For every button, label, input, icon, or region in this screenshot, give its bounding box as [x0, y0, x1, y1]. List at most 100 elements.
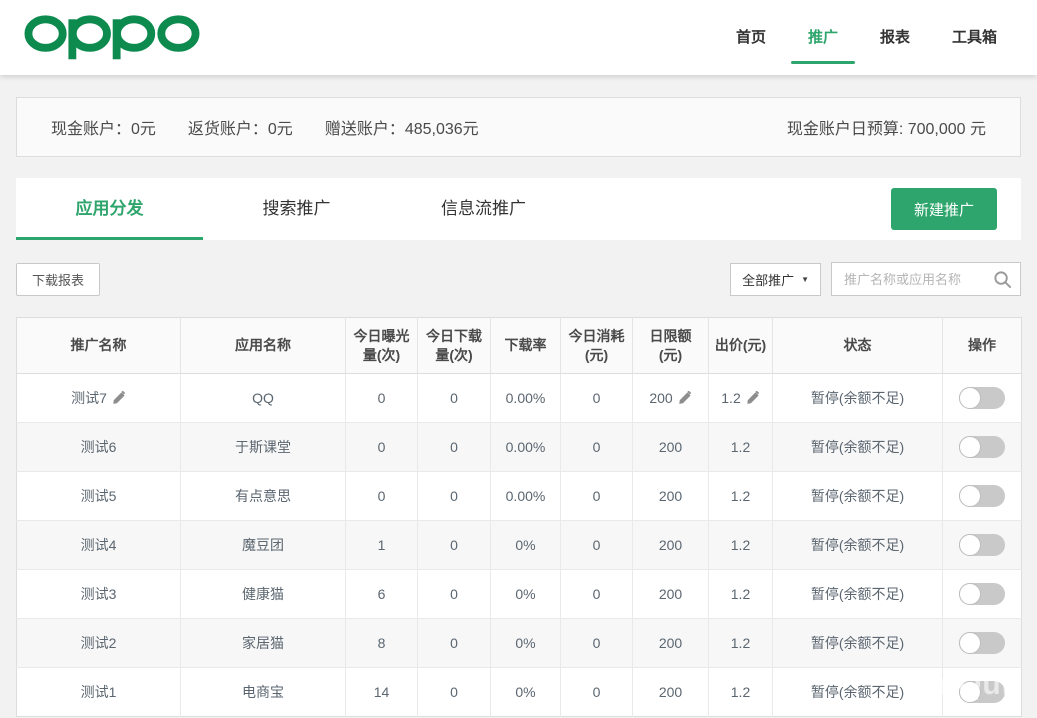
status-cell: 暂停(余额不足)	[773, 374, 943, 423]
search-icon[interactable]	[993, 270, 1012, 289]
daily-limit-cell: 200	[633, 570, 709, 619]
table-row: 测试7QQ000.00%02001.2暂停(余额不足)	[17, 374, 1022, 423]
bid-cell-value: 1.2	[721, 390, 740, 406]
promo-name-cell: 测试5	[17, 472, 181, 521]
status-cell: 暂停(余额不足)	[773, 472, 943, 521]
status-cell-value: 暂停(余额不足)	[811, 684, 904, 700]
tab-search-promotion[interactable]: 搜索推广	[203, 178, 390, 240]
toggle-cell	[943, 423, 1022, 472]
daily-limit-cell-value: 200	[659, 537, 682, 553]
app-name-cell: 有点意思	[181, 472, 346, 521]
promo-name-cell-value: 测试7	[71, 390, 107, 406]
status-toggle[interactable]	[959, 534, 1005, 556]
status-toggle[interactable]	[959, 387, 1005, 409]
bid-cell-value: 1.2	[731, 684, 750, 700]
promotion-filter-select[interactable]: 全部推广 ▼	[730, 263, 821, 296]
downloads-cell: 0	[418, 619, 491, 668]
download-report-button[interactable]: 下载报表	[16, 263, 100, 296]
status-toggle[interactable]	[959, 583, 1005, 605]
bid-cell: 1.2	[709, 619, 773, 668]
daily-limit-cell-value: 200	[659, 439, 682, 455]
cash-account-balance: 现金账户：0元	[51, 115, 156, 139]
app-name-cell-value: 于斯课堂	[235, 439, 291, 455]
nav-item-reports[interactable]: 报表	[880, 0, 910, 75]
daily-limit-cell-value: 200	[649, 390, 672, 406]
status-toggle[interactable]	[959, 632, 1005, 654]
app-name-cell: 家居猫	[181, 619, 346, 668]
promo-name-cell: 测试4	[17, 521, 181, 570]
daily-limit-cell-value: 200	[659, 635, 682, 651]
status-cell-value: 暂停(余额不足)	[811, 537, 904, 553]
status-cell: 暂停(余额不足)	[773, 521, 943, 570]
toggle-knob	[959, 632, 981, 654]
bid-cell-value: 1.2	[731, 439, 750, 455]
promo-name-cell: 测试6	[17, 423, 181, 472]
bid-cell: 1.2	[709, 521, 773, 570]
edit-icon[interactable]	[678, 391, 692, 405]
table-row: 测试1电商宝1400%02001.2暂停(余额不足)	[17, 668, 1022, 717]
bid-cell: 1.2	[709, 472, 773, 521]
table-header-row: 推广名称应用名称今日曝光量(次)今日下载量(次)下载率今日消耗(元)日限额(元)…	[17, 318, 1022, 374]
downloads-cell-value: 0	[450, 390, 458, 406]
edit-icon[interactable]	[746, 391, 760, 405]
toggle-cell	[943, 570, 1022, 619]
cost-cell-value: 0	[593, 488, 601, 504]
bid-cell-value: 1.2	[731, 635, 750, 651]
download-rate-cell: 0%	[491, 521, 561, 570]
table-row: 测试4魔豆团100%02001.2暂停(余额不足)	[17, 521, 1022, 570]
status-toggle[interactable]	[959, 681, 1005, 703]
new-promotion-button[interactable]: 新建推广	[891, 188, 997, 230]
chevron-down-icon: ▼	[801, 275, 809, 284]
oppo-logo-icon	[24, 15, 200, 60]
toggle-knob	[959, 681, 981, 703]
promo-name-cell-value: 测试4	[81, 537, 117, 553]
column-header: 状态	[773, 318, 943, 374]
app-name-cell-value: QQ	[252, 390, 274, 406]
impressions-cell: 0	[346, 472, 418, 521]
cost-cell: 0	[561, 423, 633, 472]
app-name-cell: 于斯课堂	[181, 423, 346, 472]
bid-cell: 1.2	[709, 423, 773, 472]
daily-limit-cell-value: 200	[659, 488, 682, 504]
promo-name-cell-value: 测试6	[81, 439, 117, 455]
app-name-cell-value: 有点意思	[235, 488, 291, 504]
bid-cell-value: 1.2	[731, 488, 750, 504]
status-cell: 暂停(余额不足)	[773, 668, 943, 717]
status-toggle[interactable]	[959, 485, 1005, 507]
cost-cell: 0	[561, 374, 633, 423]
app-name-cell: QQ	[181, 374, 346, 423]
downloads-cell-value: 0	[450, 586, 458, 602]
promo-name-cell-value: 测试1	[81, 684, 117, 700]
nav-item-toolbox[interactable]: 工具箱	[952, 0, 997, 75]
table-row: 测试5有点意思000.00%02001.2暂停(余额不足)	[17, 472, 1022, 521]
impressions-cell: 0	[346, 423, 418, 472]
promo-name-cell-value: 测试5	[81, 488, 117, 504]
impressions-cell-value: 0	[378, 439, 386, 455]
downloads-cell: 0	[418, 472, 491, 521]
bid-cell-value: 1.2	[731, 586, 750, 602]
return-account-balance: 返货账户：0元	[188, 115, 293, 139]
nav-item-promotion[interactable]: 推广	[808, 0, 838, 75]
toggle-knob	[959, 583, 981, 605]
search-input[interactable]	[832, 263, 1020, 295]
status-toggle[interactable]	[959, 436, 1005, 458]
nav-item-home[interactable]: 首页	[736, 0, 766, 75]
impressions-cell: 6	[346, 570, 418, 619]
promo-name-cell: 测试2	[17, 619, 181, 668]
download-rate-cell: 0.00%	[491, 374, 561, 423]
edit-icon[interactable]	[112, 391, 126, 405]
promotions-table: 推广名称应用名称今日曝光量(次)今日下载量(次)下载率今日消耗(元)日限额(元)…	[16, 317, 1022, 717]
bid-cell: 1.2	[709, 570, 773, 619]
downloads-cell: 0	[418, 374, 491, 423]
toggle-cell	[943, 472, 1022, 521]
app-name-cell: 电商宝	[181, 668, 346, 717]
account-bar: 现金账户：0元 返货账户：0元 赠送账户：485,036元 现金账户日预算: 7…	[16, 97, 1021, 157]
tab-feed-promotion[interactable]: 信息流推广	[390, 178, 577, 240]
cost-cell-value: 0	[593, 537, 601, 553]
downloads-cell: 0	[418, 570, 491, 619]
tab-app-distribution[interactable]: 应用分发	[16, 178, 203, 240]
app-name-cell-value: 电商宝	[242, 684, 284, 700]
toggle-knob	[959, 387, 981, 409]
download-rate-cell-value: 0.00%	[506, 439, 546, 455]
daily-limit-cell: 200	[633, 423, 709, 472]
